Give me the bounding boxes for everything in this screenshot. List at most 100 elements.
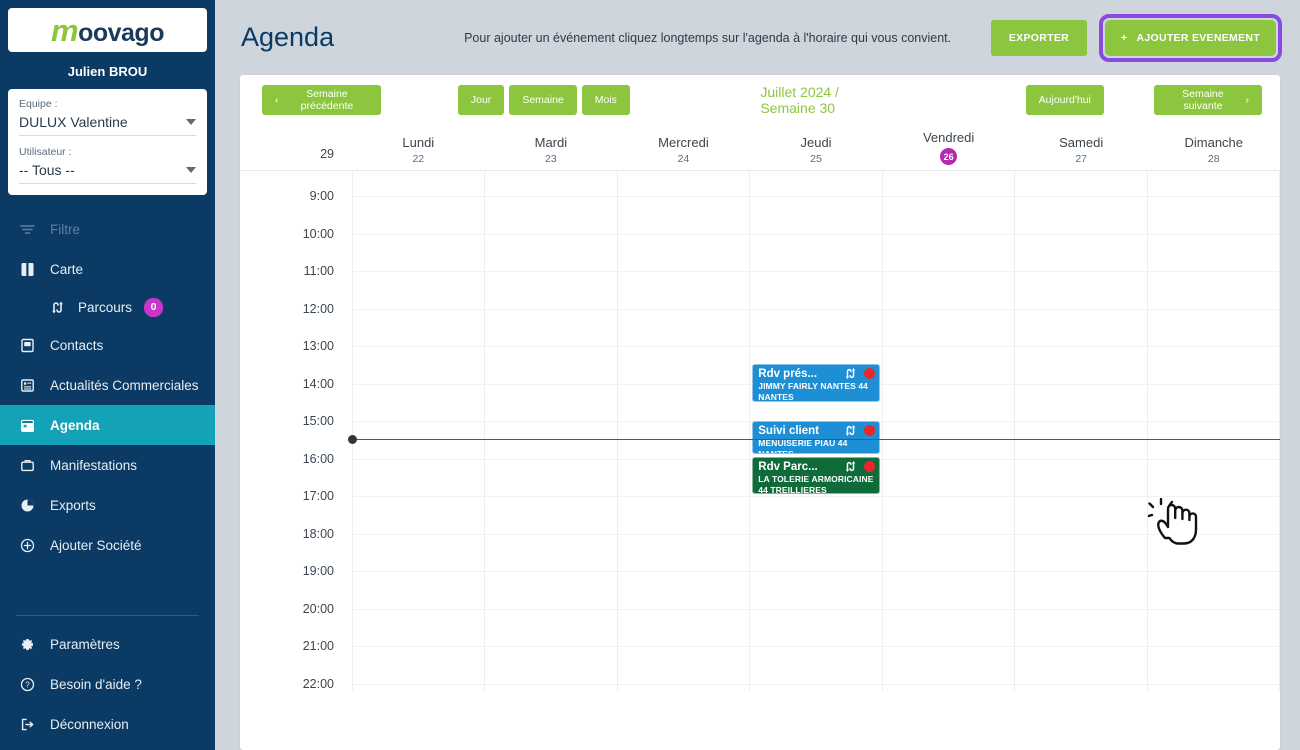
day-number: 28 — [1207, 153, 1220, 165]
event-status-dot — [863, 425, 875, 436]
sidebar-item-parametres[interactable]: Paramètres — [0, 624, 215, 664]
day-name: Samedi — [1059, 134, 1104, 150]
sidebar-item-agenda[interactable]: Agenda — [0, 405, 215, 445]
day-column-vendredi[interactable] — [881, 171, 1014, 691]
plus-icon: + — [1121, 31, 1128, 44]
day-header-dimanche[interactable]: Dimanche 28 — [1147, 125, 1280, 170]
calendar-toolbar: ‹ Semaine précédente Jour Semaine Mois J… — [240, 75, 1280, 125]
sidebar-item-manifestations[interactable]: Manifestations — [0, 445, 215, 485]
sidebar-item-actualites-commerciales[interactable]: Actualités Commerciales — [0, 365, 215, 405]
news-icon — [18, 378, 36, 393]
day-column-mardi[interactable] — [484, 171, 616, 691]
time-label: 17:00 — [302, 489, 334, 503]
sidebar-item-parcours[interactable]: Parcours 0 — [0, 289, 215, 325]
event-subtitle: JIMMY FAIRLY NANTES 44 NANTES — [758, 381, 869, 402]
time-label: 20:00 — [302, 601, 334, 616]
day-header-samedi[interactable]: Samedi 27 — [1015, 125, 1148, 170]
calendar-day-header: 29 Lundi 22 Mardi 23 Mercredi 24 Jeudi 2… — [240, 125, 1280, 171]
day-column-lundi[interactable] — [352, 171, 484, 691]
app-root: m oovago Julien BROU Equipe : DULUX Valen… — [0, 0, 1300, 750]
prev-week-button[interactable]: ‹ Semaine précédente — [262, 85, 382, 115]
svg-text:?: ? — [25, 680, 30, 689]
user-name: Julien BROU — [67, 64, 148, 79]
time-label: 18:00 — [302, 526, 334, 541]
calendar-event[interactable]: Rdv Parc... LA TOLERIE ARMORICAINE 44 TR… — [752, 457, 880, 494]
day-number-today: 26 — [940, 148, 958, 165]
sidebar-item-filtre[interactable]: Filtre — [0, 209, 215, 249]
calendar-event[interactable]: Rdv prés... JIMMY FAIRLY NANTES 44 NANTE… — [752, 364, 880, 402]
day-column-jeudi[interactable]: Rdv prés... JIMMY FAIRLY NANTES 44 NANTE… — [749, 171, 881, 691]
event-subtitle: MENUISERIE PIAU 44 NANTES — [758, 438, 848, 454]
time-label: 16:00 — [302, 451, 334, 466]
sidebar-item-carte[interactable]: Carte — [0, 249, 215, 289]
time-label: 15:00 — [302, 414, 334, 428]
sidebar-item-label: Paramètres — [50, 636, 120, 652]
day-name: Lundi — [402, 134, 435, 150]
user-select[interactable]: -- Tous -- — [19, 160, 196, 184]
day-name: Mercredi — [658, 134, 709, 150]
plus-circle-icon — [18, 538, 36, 553]
route-icon — [844, 460, 857, 473]
app-logo[interactable]: m oovago — [8, 8, 207, 52]
add-event-label: AJOUTER EVENEMENT — [1136, 31, 1260, 44]
calendar-panel: ‹ Semaine précédente Jour Semaine Mois J… — [240, 75, 1280, 750]
day-column-dimanche[interactable] — [1146, 171, 1280, 691]
next-week-button[interactable]: Semaine suivante › — [1154, 85, 1262, 115]
chevron-down-icon — [186, 119, 196, 125]
sidebar-item-label: Déconnexion — [50, 716, 129, 732]
sidebar-divider — [16, 615, 199, 616]
add-event-button[interactable]: + AJOUTER EVENEMENT — [1105, 19, 1276, 56]
time-label: 9:00 — [309, 189, 334, 203]
calendar-event[interactable]: Suivi client MENUISERIE PIAU 44 NANTES — [752, 421, 880, 454]
user-value: -- Tous -- — [19, 162, 75, 178]
sidebar-item-ajouter-societe[interactable]: Ajouter Société — [0, 525, 215, 565]
view-day-button[interactable]: Jour — [457, 85, 505, 115]
event-status-dot — [863, 461, 875, 472]
day-name: Dimanche — [1184, 134, 1244, 150]
today-button[interactable]: Aujourd'hui — [1025, 85, 1104, 115]
day-header-lundi[interactable]: Lundi 22 — [352, 125, 485, 170]
sidebar-item-label: Exports — [50, 497, 96, 513]
parcours-count-badge: 0 — [144, 297, 164, 317]
day-number: 25 — [810, 153, 822, 165]
hand-tap-cursor-icon — [1148, 498, 1206, 553]
route-icon — [48, 300, 66, 315]
team-value: DULUX Valentine — [19, 114, 128, 130]
team-select[interactable]: DULUX Valentine — [19, 112, 196, 136]
event-title: Suivi client — [758, 424, 819, 437]
logo-wordmark: oovago — [78, 18, 164, 47]
briefcase-icon — [18, 458, 36, 473]
contacts-icon — [18, 338, 36, 353]
day-header-jeudi[interactable]: Jeudi 25 — [750, 125, 883, 170]
map-icon — [18, 262, 36, 277]
time-label: 21:00 — [302, 639, 334, 653]
current-time-dot — [348, 435, 357, 444]
sidebar-item-exports[interactable]: Exports — [0, 485, 215, 525]
calendar-period-title: Juillet 2024 / Semaine 30 — [760, 84, 839, 116]
calendar-grid-scroll[interactable]: 9:00 10:00 11:00 12:00 13:00 14:00 15:00… — [240, 171, 1280, 750]
day-column-samedi[interactable] — [1014, 171, 1146, 691]
logout-icon — [18, 717, 36, 732]
day-header-mardi[interactable]: Mardi 23 — [485, 125, 618, 170]
calendar-icon — [18, 418, 36, 433]
sidebar-item-besoin-aide[interactable]: ? Besoin d'aide ? — [0, 664, 215, 704]
sidebar-item-deconnexion[interactable]: Déconnexion — [0, 704, 215, 744]
sidebar-item-label: Ajouter Société — [50, 537, 142, 553]
next-week-label: Semaine suivante — [1182, 88, 1224, 112]
day-header-vendredi[interactable]: Vendredi 26 — [882, 125, 1015, 170]
logo-m-letter: m — [51, 12, 79, 48]
chevron-left-icon: ‹ — [275, 94, 279, 106]
team-label: Equipe : — [19, 98, 58, 110]
sidebar-item-contacts[interactable]: Contacts — [0, 325, 215, 365]
route-icon — [844, 367, 857, 380]
sidebar-item-label: Agenda — [50, 417, 100, 433]
main-content: Agenda Pour ajouter un événement cliquez… — [215, 0, 1300, 750]
sidebar-item-label: Besoin d'aide ? — [50, 676, 142, 692]
sidebar-bottom-nav: Paramètres ? Besoin d'aide ? Déconnexion — [0, 609, 215, 750]
pie-chart-icon — [18, 498, 36, 513]
day-header-mercredi[interactable]: Mercredi 24 — [617, 125, 750, 170]
view-week-button[interactable]: Semaine — [509, 85, 577, 115]
day-column-mercredi[interactable] — [616, 171, 749, 691]
export-button[interactable]: EXPORTER — [990, 19, 1088, 56]
view-month-button[interactable]: Mois — [581, 85, 630, 115]
